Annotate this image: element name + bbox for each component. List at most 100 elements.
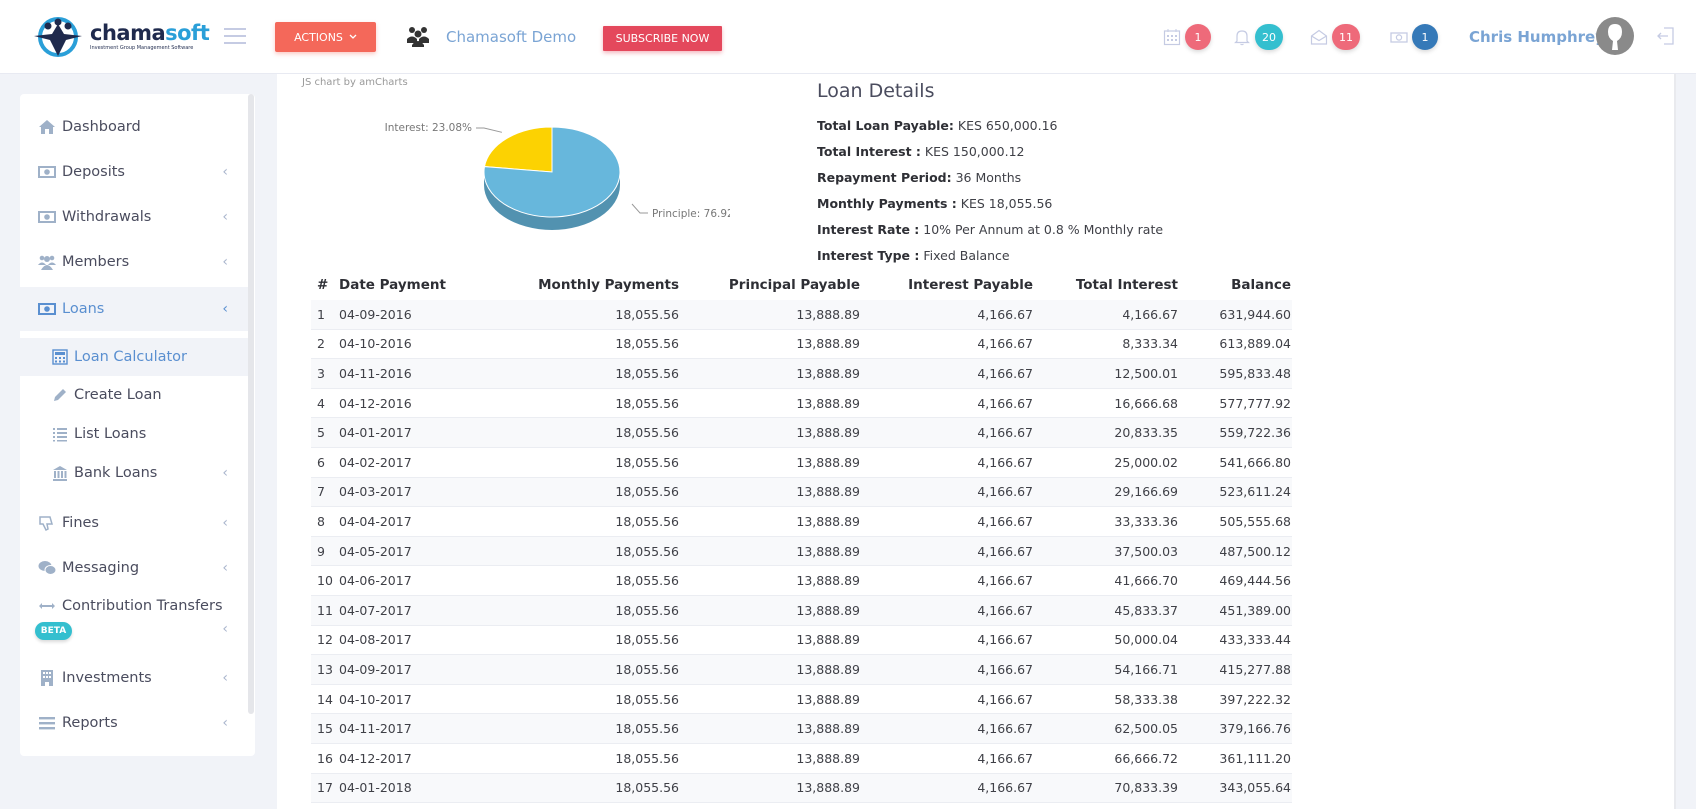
cell-date: 04-03-2017 bbox=[339, 484, 412, 500]
sidebar-subitem-create-loan[interactable]: Create Loan bbox=[20, 376, 248, 414]
cell-balance: 559,722.36 bbox=[1219, 425, 1291, 441]
chevron-left-icon: ‹ bbox=[222, 208, 228, 225]
cell-monthly-payment: 18,055.56 bbox=[615, 425, 679, 441]
subscribe-now-button[interactable]: SUBSCRIBE NOW bbox=[603, 26, 722, 51]
bell-badge: 20 bbox=[1255, 24, 1283, 50]
cell-total-interest: 29,166.69 bbox=[1114, 484, 1178, 500]
arrows-h-icon bbox=[39, 603, 55, 609]
sidebar-item-investments[interactable]: Investments ‹ bbox=[20, 655, 248, 700]
logo-name-part2: soft bbox=[165, 21, 210, 45]
actions-dropdown-button[interactable]: ACTIONS bbox=[275, 22, 376, 52]
cell-total-interest: 25,000.02 bbox=[1114, 454, 1178, 470]
col-header-date: Date Payment bbox=[339, 277, 446, 293]
cell-date: 04-10-2016 bbox=[339, 336, 412, 352]
table-row: 11 04-07-2017 18,055.56 13,888.89 4,166.67 45… bbox=[311, 595, 1292, 626]
cell-balance: 415,277.88 bbox=[1219, 661, 1291, 677]
table-row: 8 04-04-2017 18,055.56 13,888.89 4,166.67 33,… bbox=[311, 507, 1292, 537]
cell-principal-payable: 13,888.89 bbox=[796, 543, 860, 559]
cell-monthly-payment: 18,055.56 bbox=[615, 513, 679, 529]
sidebar-label: Create Loan bbox=[74, 387, 162, 403]
cell-total-interest: 33,333.36 bbox=[1114, 513, 1178, 529]
cell-total-interest: 20,833.35 bbox=[1114, 425, 1178, 441]
cell-date: 04-10-2017 bbox=[339, 691, 412, 707]
sidebar-subitem-loan-calculator[interactable]: Loan Calculator bbox=[20, 338, 248, 376]
payments-notifications[interactable]: 1 bbox=[1390, 22, 1438, 52]
sidebar-item-loans[interactable]: Loans ‹ bbox=[20, 287, 248, 331]
loan-detail-label: Interest Type : bbox=[817, 248, 920, 263]
sidebar-toggle-button[interactable] bbox=[224, 28, 246, 44]
loan-detail-row: Total Loan Payable: KES 650,000.16 bbox=[817, 113, 1163, 139]
calendar-badge: 1 bbox=[1185, 24, 1211, 50]
cell-total-interest: 50,000.04 bbox=[1114, 632, 1178, 648]
cell-date: 04-04-2017 bbox=[339, 513, 412, 529]
user-avatar[interactable] bbox=[1596, 17, 1634, 55]
cell-monthly-payment: 18,055.56 bbox=[615, 454, 679, 470]
logout-icon[interactable] bbox=[1656, 26, 1676, 46]
calendar-notifications[interactable]: 1 bbox=[1163, 22, 1211, 52]
cell-number: 2 bbox=[317, 336, 325, 352]
chevron-left-icon: ‹ bbox=[222, 621, 228, 637]
bell-notifications[interactable]: 20 bbox=[1233, 22, 1283, 52]
pie-label-principle: Principle: 76.92% bbox=[652, 208, 730, 220]
cell-interest-payable: 4,166.67 bbox=[977, 632, 1033, 648]
cell-balance: 541,666.80 bbox=[1219, 454, 1291, 470]
cell-monthly-payment: 18,055.56 bbox=[615, 336, 679, 352]
cell-monthly-payment: 18,055.56 bbox=[615, 395, 679, 411]
sidebar-label: Withdrawals bbox=[62, 208, 152, 225]
loan-detail-label: Total Interest : bbox=[817, 144, 921, 159]
loan-detail-value: Fixed Balance bbox=[923, 248, 1010, 263]
table-row: 6 04-02-2017 18,055.56 13,888.89 4,166.67 25,… bbox=[311, 448, 1292, 478]
amcharts-credit-link[interactable]: JS chart by amCharts bbox=[302, 77, 408, 88]
calendar-icon bbox=[1163, 29, 1181, 46]
wechat-icon bbox=[38, 560, 56, 575]
table-row: 9 04-05-2017 18,055.56 13,888.89 4,166.67 37,… bbox=[311, 536, 1292, 567]
users-group-icon bbox=[407, 27, 429, 47]
sidebar-item-contribution-transfers[interactable]: Contribution Transfers BETA ‹ bbox=[20, 590, 248, 650]
loan-detail-row: Total Interest : KES 150,000.12 bbox=[817, 139, 1163, 165]
logo-name-part1: chama bbox=[90, 21, 166, 45]
cell-total-interest: 70,833.39 bbox=[1114, 780, 1178, 796]
sidebar-item-deposits[interactable]: Deposits ‹ bbox=[20, 149, 248, 194]
cell-number: 12 bbox=[317, 632, 333, 648]
cell-interest-payable: 4,166.67 bbox=[977, 336, 1033, 352]
sidebar-label: Bank Loans bbox=[74, 465, 158, 481]
sidebar-scrollbar[interactable] bbox=[248, 94, 254, 714]
pie-label-interest: Interest: 23.08% bbox=[385, 122, 472, 134]
cell-date: 04-11-2016 bbox=[339, 365, 412, 381]
cell-balance: 487,500.12 bbox=[1219, 543, 1291, 559]
chevron-left-icon: ‹ bbox=[222, 163, 228, 180]
table-header: # Date Payment Monthly Payments Principa… bbox=[311, 270, 1292, 300]
cell-number: 8 bbox=[317, 513, 325, 529]
page-scrollbar-track[interactable] bbox=[1674, 74, 1676, 809]
col-header-number: # bbox=[317, 277, 329, 293]
bars-icon bbox=[39, 716, 55, 729]
messages-notifications[interactable]: 11 bbox=[1310, 22, 1360, 52]
sidebar-item-withdrawals[interactable]: Withdrawals ‹ bbox=[20, 194, 248, 239]
cell-principal-payable: 13,888.89 bbox=[796, 395, 860, 411]
cell-date: 04-09-2016 bbox=[339, 306, 412, 322]
avatar-silhouette-icon bbox=[1608, 24, 1622, 50]
chamasoft-logo[interactable]: chamasoft Investment Group Management So… bbox=[30, 17, 210, 57]
cell-date: 04-12-2017 bbox=[339, 750, 412, 766]
chevron-left-icon: ‹ bbox=[222, 714, 228, 731]
sidebar-item-messaging[interactable]: Messaging ‹ bbox=[20, 545, 248, 590]
pie-slice-interest[interactable] bbox=[483, 126, 553, 173]
envelope-open-icon bbox=[1310, 29, 1328, 45]
user-name-link[interactable]: Chris Humphreys bbox=[1469, 28, 1614, 46]
cell-number: 6 bbox=[317, 454, 325, 470]
sidebar-item-members[interactable]: Members ‹ bbox=[20, 239, 248, 284]
cell-interest-payable: 4,166.67 bbox=[977, 425, 1033, 441]
sidebar-item-reports[interactable]: Reports ‹ bbox=[20, 700, 248, 745]
cell-total-interest: 16,666.68 bbox=[1114, 395, 1178, 411]
sidebar-subitem-list-loans[interactable]: List Loans bbox=[20, 415, 248, 453]
cell-number: 4 bbox=[317, 395, 325, 411]
sidebar-item-fines[interactable]: Fines ‹ bbox=[20, 500, 248, 545]
cell-total-interest: 66,666.72 bbox=[1114, 750, 1178, 766]
sidebar-item-dashboard[interactable]: Dashboard bbox=[20, 104, 248, 149]
table-row: 3 04-11-2016 18,055.56 13,888.89 4,166.67 12,… bbox=[311, 359, 1292, 389]
cell-principal-payable: 13,888.89 bbox=[796, 336, 860, 352]
cell-monthly-payment: 18,055.56 bbox=[615, 721, 679, 737]
group-name-link[interactable]: Chamasoft Demo bbox=[446, 28, 576, 46]
sidebar-subitem-bank-loans[interactable]: Bank Loans ‹ bbox=[20, 454, 248, 492]
cell-monthly-payment: 18,055.56 bbox=[615, 602, 679, 618]
